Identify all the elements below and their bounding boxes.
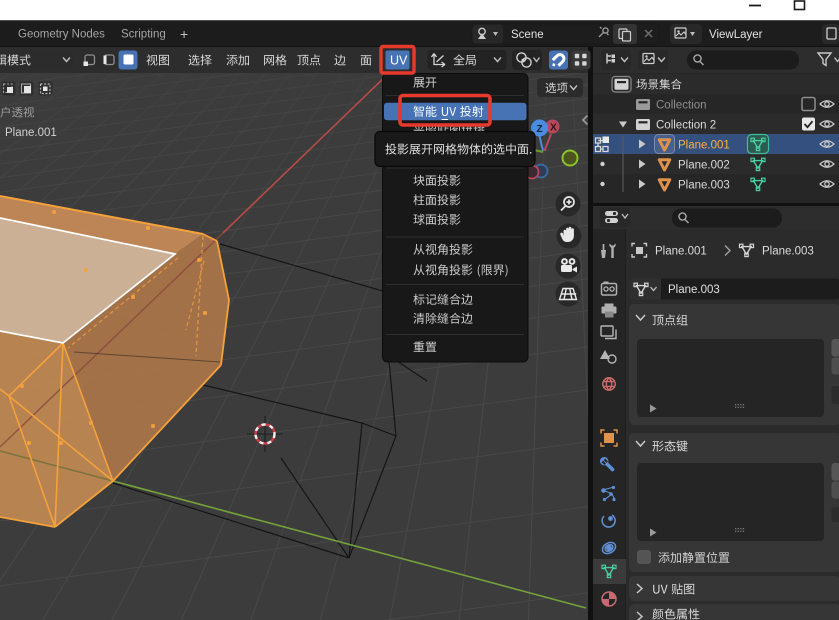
svg-text:Plane.002: Plane.002 xyxy=(678,160,730,172)
svg-text:Plane.003: Plane.003 xyxy=(668,284,720,296)
svg-text:Collection: Collection xyxy=(656,100,707,112)
svg-text:Plane.003: Plane.003 xyxy=(762,246,814,258)
svg-text:Plane.001: Plane.001 xyxy=(5,127,57,139)
svg-text:Scripting: Scripting xyxy=(121,29,166,41)
svg-text:Plane.003: Plane.003 xyxy=(678,180,730,192)
svg-text:Plane.001: Plane.001 xyxy=(678,140,730,152)
svg-text:Geometry Nodes: Geometry Nodes xyxy=(18,29,105,41)
svg-text:Scene: Scene xyxy=(511,29,544,41)
svg-text:+: + xyxy=(180,26,188,42)
svg-text:X: X xyxy=(550,123,557,134)
svg-text:Z: Z xyxy=(536,124,542,135)
svg-text:ViewLayer: ViewLayer xyxy=(709,29,763,41)
svg-text:Collection 2: Collection 2 xyxy=(656,120,716,132)
svg-text:Plane.001: Plane.001 xyxy=(655,246,707,258)
svg-text:UV: UV xyxy=(390,54,408,68)
